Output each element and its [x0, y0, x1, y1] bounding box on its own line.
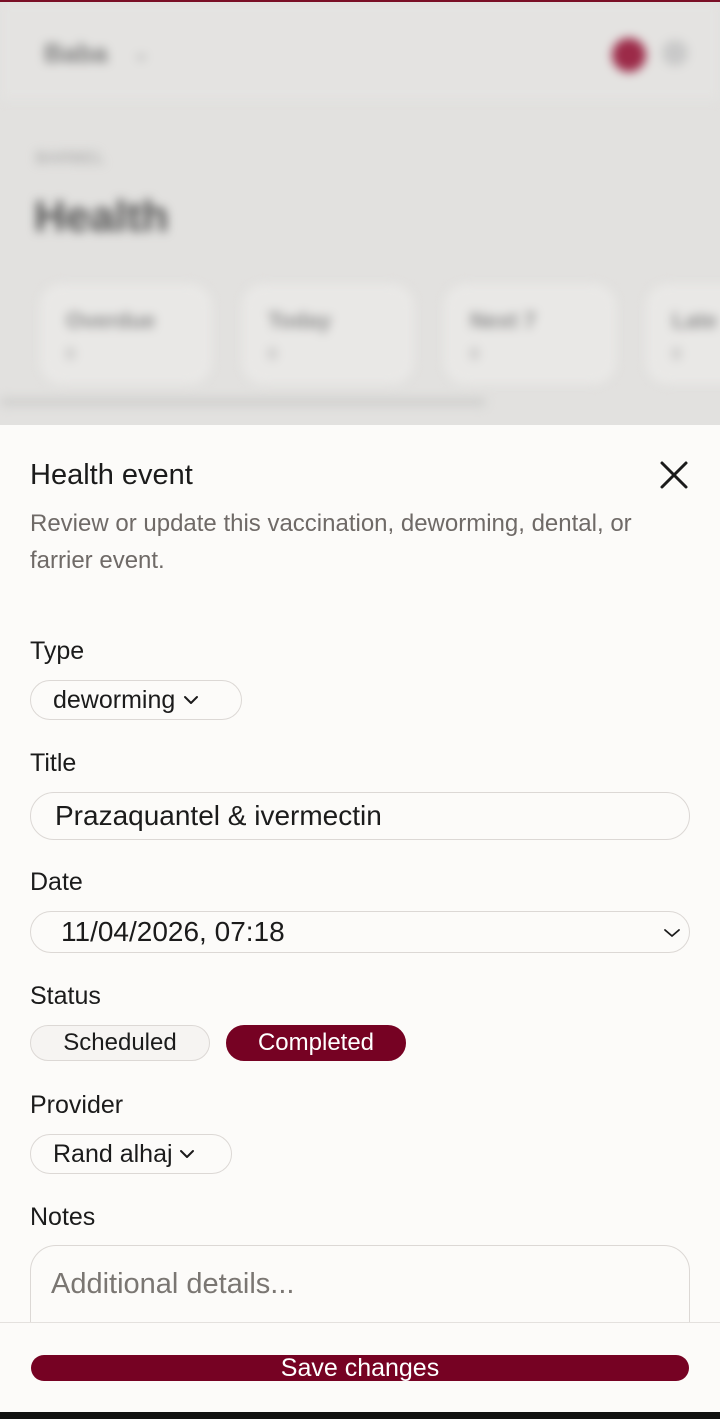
summary-card-label: Late: [672, 308, 718, 333]
summary-card-label: Overdue: [66, 308, 156, 333]
summary-card-value: 0: [470, 346, 479, 363]
health-event-sheet: Health event Review or update this vacci…: [0, 425, 720, 1419]
provider-select[interactable]: Rand alhaj: [30, 1134, 232, 1174]
save-changes-button[interactable]: Save changes: [31, 1355, 689, 1381]
type-select[interactable]: deworming: [30, 680, 242, 720]
notes-label: Notes: [30, 1203, 96, 1231]
sheet-footer: Save changes: [0, 1322, 720, 1413]
title-input-value: Prazaquantel & ivermectin: [55, 800, 382, 831]
type-select-value: deworming: [53, 685, 176, 714]
provider-select-value: Rand alhaj: [53, 1139, 173, 1168]
summary-card: Next 7 0: [444, 284, 616, 384]
chevron-down-icon: [664, 929, 680, 937]
background-header: Baba ⌄: [0, 2, 720, 100]
date-label: Date: [30, 868, 83, 896]
close-button[interactable]: [654, 455, 694, 495]
title-input[interactable]: Prazaquantel & ivermectin: [30, 792, 690, 840]
status-option-scheduled[interactable]: Scheduled: [30, 1025, 210, 1061]
title-label: Title: [30, 749, 77, 777]
summary-card-label: Today: [268, 308, 332, 333]
summary-card: Today 0: [242, 284, 414, 384]
background-blur-layer: Baba ⌄ BARBEL Health Overdue 0 Today 0 N…: [0, 2, 720, 425]
background-brand: Baba: [44, 38, 108, 68]
settings-icon: [662, 40, 688, 66]
sheet-title: Health event: [30, 459, 193, 491]
summary-card-label: Next 7: [470, 308, 537, 333]
date-input[interactable]: 11/04/2026, 07:18: [30, 911, 690, 953]
summary-card: Overdue 0: [40, 284, 212, 384]
status-label: Status: [30, 982, 101, 1010]
background-summary-cards: Overdue 0 Today 0 Next 7 0 Late 0: [40, 284, 720, 384]
background-kicker: BARBEL: [36, 150, 106, 167]
close-icon: [660, 461, 688, 489]
avatar: [612, 38, 646, 72]
background-page: Baba ⌄ BARBEL Health Overdue 0 Today 0 N…: [0, 0, 720, 425]
summary-card-value: 0: [672, 346, 681, 363]
summary-card-value: 0: [66, 346, 75, 363]
date-input-value: 11/04/2026, 07:18: [61, 916, 285, 947]
system-navigation-bar: [0, 1412, 720, 1419]
chevron-down-icon: [179, 1150, 194, 1158]
background-scrollbar: [0, 398, 486, 406]
chevron-down-icon: ⌄: [132, 40, 151, 65]
summary-card: Late 0: [646, 284, 720, 384]
status-option-completed[interactable]: Completed: [226, 1025, 406, 1061]
summary-card-value: 0: [268, 346, 277, 363]
background-page-title: Health: [34, 192, 169, 241]
sheet-description: Review or update this vaccination, dewor…: [30, 510, 632, 574]
chevron-down-icon: [184, 696, 199, 704]
provider-label: Provider: [30, 1091, 124, 1119]
type-label: Type: [30, 637, 85, 665]
